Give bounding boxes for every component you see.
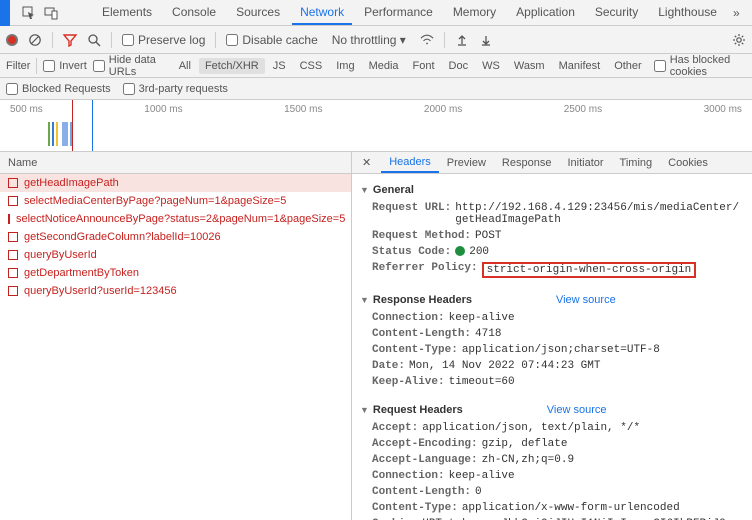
tab-sources[interactable]: Sources [228,1,288,25]
file-icon [8,268,18,278]
file-icon [8,196,18,206]
tab-memory[interactable]: Memory [445,1,504,25]
tab-application[interactable]: Application [508,1,583,25]
request-row[interactable]: getSecondGradeColumn?labelId=10026 [0,228,351,246]
file-icon [8,250,18,260]
settings-gear-icon[interactable] [732,33,746,47]
hide-data-urls-checkbox[interactable]: Hide data URLs [93,54,167,78]
request-row[interactable]: getDepartmentByToken [0,264,351,282]
filter-label[interactable]: Filter [6,60,30,72]
file-icon [8,232,18,242]
details-tab-initiator[interactable]: Initiator [559,154,611,172]
more-tabs-icon[interactable]: » [733,6,740,20]
tab-console[interactable]: Console [164,1,224,25]
details-tab-timing[interactable]: Timing [612,154,661,172]
details-tab-response[interactable]: Response [494,154,560,172]
tab-performance[interactable]: Performance [356,1,441,25]
filter-type-img[interactable]: Img [330,58,360,74]
filter-type-other[interactable]: Other [608,58,648,74]
third-party-checkbox[interactable]: 3rd-party requests [123,83,228,95]
disable-cache-checkbox[interactable]: Disable cache [226,33,317,47]
details-panel: ✕ HeadersPreviewResponseInitiatorTimingC… [352,152,752,520]
has-blocked-cookies-checkbox[interactable]: Has blocked cookies [654,54,746,78]
details-tab-preview[interactable]: Preview [439,154,494,172]
view-source-link[interactable]: View source [556,294,616,306]
file-icon [8,286,18,296]
section-response-headers[interactable]: ▼Response HeadersView source [360,294,744,306]
invert-checkbox[interactable]: Invert [43,60,87,72]
details-tab-headers[interactable]: Headers [381,153,439,173]
column-header-name[interactable]: Name [0,152,351,174]
filter-type-media[interactable]: Media [363,58,405,74]
view-source-link[interactable]: View source [547,404,607,416]
filter-type-all[interactable]: All [173,58,197,74]
filter-type-css[interactable]: CSS [294,58,329,74]
throttling-select[interactable]: No throttling ▾ [328,32,410,48]
request-list: Name getHeadImagePathselectMediaCenterBy… [0,152,352,520]
wifi-icon[interactable] [420,33,434,47]
search-icon[interactable] [87,33,101,47]
filter-type-js[interactable]: JS [267,58,292,74]
device-icon[interactable] [44,6,58,20]
filter-icon[interactable] [63,33,77,47]
close-details-icon[interactable]: ✕ [356,156,377,169]
clear-icon[interactable] [28,33,42,47]
record-button[interactable] [6,34,18,46]
filter-type-doc[interactable]: Doc [443,58,475,74]
download-icon[interactable] [479,33,493,47]
request-row[interactable]: queryByUserId [0,246,351,264]
request-row[interactable]: selectNoticeAnnounceByPage?status=2&page… [0,210,351,228]
status-dot-icon [455,246,465,256]
section-general[interactable]: ▼General [360,184,744,196]
filter-type-fetch-xhr[interactable]: Fetch/XHR [199,58,265,74]
details-tab-cookies[interactable]: Cookies [660,154,716,172]
tab-network[interactable]: Network [292,1,352,25]
tab-lighthouse[interactable]: Lighthouse [650,1,725,25]
file-icon [8,178,18,188]
filter-type-font[interactable]: Font [407,58,441,74]
filter-type-ws[interactable]: WS [476,58,506,74]
blocked-requests-checkbox[interactable]: Blocked Requests [6,83,111,95]
main-tabs: ElementsConsoleSourcesNetworkPerformance… [94,1,725,25]
filter-type-manifest[interactable]: Manifest [553,58,607,74]
tab-elements[interactable]: Elements [94,1,160,25]
request-row[interactable]: selectMediaCenterByPage?pageNum=1&pageSi… [0,192,351,210]
preserve-log-checkbox[interactable]: Preserve log [122,33,205,47]
file-icon [8,214,10,224]
referrer-policy-highlight: strict-origin-when-cross-origin [482,262,697,278]
request-row[interactable]: getHeadImagePath [0,174,351,192]
tab-security[interactable]: Security [587,1,646,25]
upload-icon[interactable] [455,33,469,47]
inspect-icon[interactable] [22,6,36,20]
request-row[interactable]: queryByUserId?userId=123456 [0,282,351,300]
section-request-headers[interactable]: ▼Request HeadersView source [360,404,744,416]
timeline[interactable]: 500 ms1000 ms1500 ms2000 ms2500 ms3000 m… [0,100,752,152]
filter-type-wasm[interactable]: Wasm [508,58,551,74]
